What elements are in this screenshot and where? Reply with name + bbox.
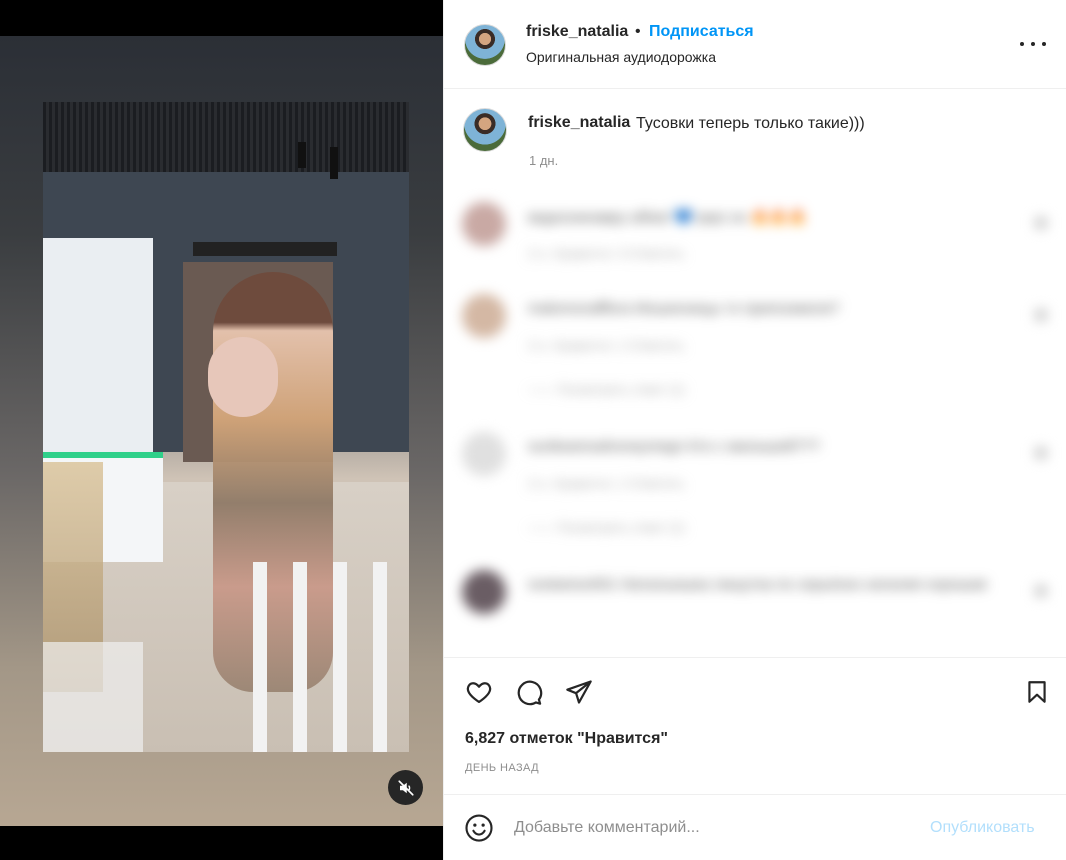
comment-heart-icon[interactable] bbox=[1034, 308, 1048, 322]
comment-avatar[interactable] bbox=[462, 294, 506, 338]
comment-meta[interactable]: 2 н. Нравится: 3 Ответить bbox=[528, 246, 684, 261]
video-scene-lamp bbox=[298, 142, 306, 168]
author-username[interactable]: friske_natalia bbox=[526, 23, 628, 41]
more-icon bbox=[1042, 42, 1046, 46]
video-scene-chair bbox=[253, 562, 409, 752]
caption-username[interactable]: friske_natalia bbox=[528, 114, 630, 132]
header-separator: • bbox=[635, 23, 641, 40]
view-replies-button[interactable]: —— Посмотреть ответ (1) bbox=[528, 382, 685, 397]
comment-heart-icon[interactable] bbox=[1034, 446, 1048, 460]
video-scene-lamp bbox=[330, 147, 338, 179]
more-icon bbox=[1031, 42, 1035, 46]
post-actions: 6,827 отметок "Нравится" ДЕНЬ НАЗАД bbox=[444, 657, 1066, 794]
comment-meta[interactable]: 2 н. Нравится: 1 Ответить bbox=[528, 476, 684, 491]
author-avatar[interactable] bbox=[464, 24, 506, 66]
video-player[interactable] bbox=[43, 102, 409, 752]
comment-input[interactable] bbox=[514, 815, 914, 841]
caption-timestamp[interactable]: 1 дн. bbox=[529, 153, 558, 168]
post-side-panel: friske_natalia • Подписаться Оригинальна… bbox=[443, 0, 1066, 860]
comment-text: ваднонинавру aifiast 💙 ркрс кн 🔥🔥🔥 bbox=[528, 209, 807, 226]
video-scene-ceiling bbox=[43, 102, 409, 172]
media-panel bbox=[0, 0, 443, 860]
add-comment-bar: Опубликовать bbox=[444, 794, 1066, 860]
share-button[interactable] bbox=[564, 677, 594, 707]
comment-button[interactable] bbox=[514, 677, 544, 707]
video-scene-table bbox=[43, 642, 143, 752]
comment-heart-icon[interactable] bbox=[1034, 216, 1048, 230]
post-header: friske_natalia • Подписаться Оригинальна… bbox=[444, 0, 1066, 89]
like-button[interactable] bbox=[464, 677, 494, 707]
caption-avatar[interactable] bbox=[463, 108, 507, 152]
comment-avatar[interactable] bbox=[462, 202, 506, 246]
comment-heart-icon[interactable] bbox=[1034, 584, 1048, 598]
comment-text: svetanice001 Натальюшка лишутка по серьё… bbox=[528, 576, 987, 593]
publish-button[interactable]: Опубликовать bbox=[930, 819, 1035, 837]
video-backdrop bbox=[0, 36, 443, 826]
heart-icon bbox=[466, 682, 492, 704]
share-icon bbox=[566, 680, 592, 704]
mute-button[interactable] bbox=[388, 770, 423, 805]
comment-icon bbox=[517, 680, 543, 706]
bookmark-icon bbox=[1028, 681, 1046, 703]
comment-text: malomonafflora Мошенницы то припсюжели? bbox=[528, 300, 840, 317]
emoji-button[interactable] bbox=[464, 813, 494, 843]
follow-button[interactable]: Подписаться bbox=[649, 23, 754, 41]
comment-text: sunbeamsahoneymegn Кто с малышей??? bbox=[528, 438, 820, 455]
save-button[interactable] bbox=[1022, 677, 1052, 707]
mute-icon bbox=[397, 779, 414, 796]
caption-text: Тусовки теперь только такие))) bbox=[636, 115, 865, 132]
post-date[interactable]: ДЕНЬ НАЗАД bbox=[465, 762, 539, 774]
comment-meta[interactable]: 2 н. Нравится: 1 Ответить bbox=[528, 338, 684, 353]
comments-list[interactable]: ваднонинавру aifiast 💙 ркрс кн 🔥🔥🔥 2 н. … bbox=[444, 180, 1066, 656]
likes-count[interactable]: 6,827 отметок "Нравится" bbox=[465, 730, 668, 748]
comment-avatar[interactable] bbox=[462, 432, 506, 476]
emoji-icon bbox=[465, 814, 493, 842]
video-scene-baby bbox=[208, 337, 278, 417]
video-scene-sign bbox=[193, 242, 337, 256]
audio-track-link[interactable]: Оригинальная аудиодорожка bbox=[526, 49, 716, 65]
more-options-button[interactable] bbox=[1020, 34, 1046, 54]
view-replies-button[interactable]: —— Посмотреть ответ (1) bbox=[528, 520, 685, 535]
more-icon bbox=[1020, 42, 1024, 46]
comment-avatar[interactable] bbox=[462, 570, 506, 614]
